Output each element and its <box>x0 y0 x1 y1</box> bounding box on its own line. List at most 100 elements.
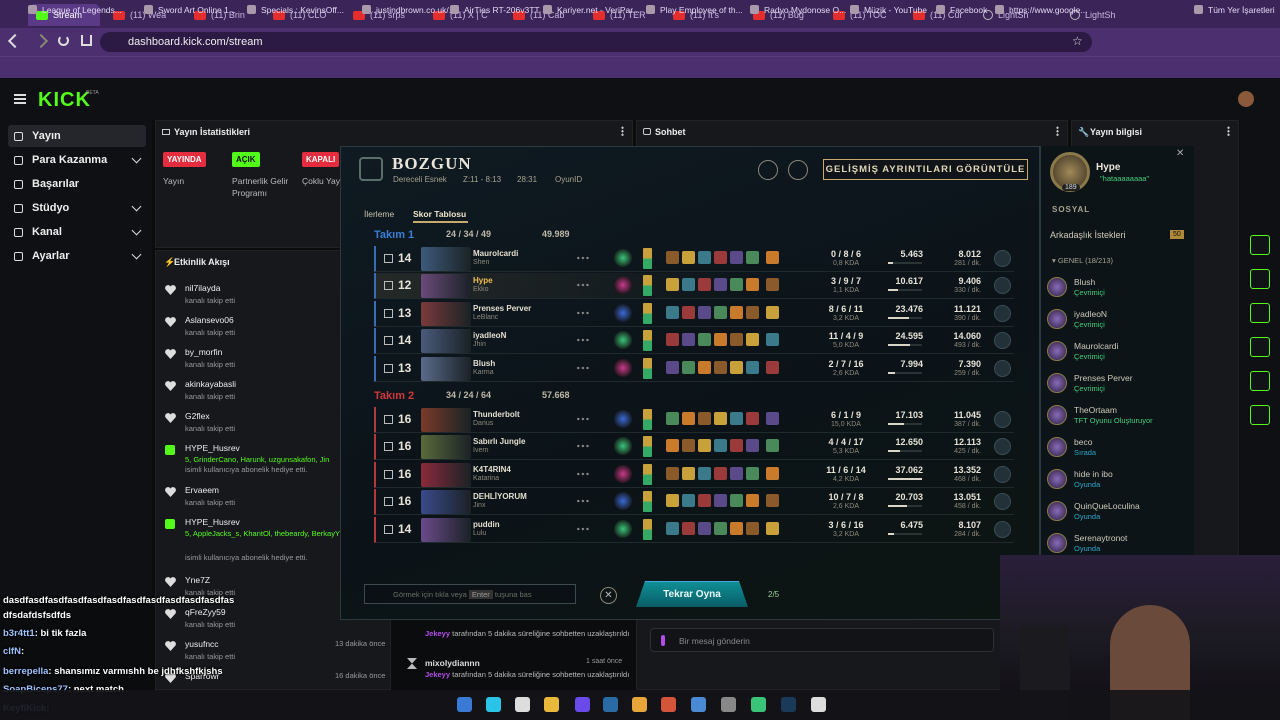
rail-button-6[interactable] <box>1250 405 1270 425</box>
rail-button-1[interactable] <box>1250 235 1270 255</box>
bookmark-item[interactable]: Müzik - YouTube <box>850 5 927 15</box>
bookmark-star-icon[interactable]: ☆ <box>1072 35 1083 47</box>
more-options-icon[interactable] <box>576 441 590 452</box>
list-item[interactable]: iyadleoN Çevrimiçi <box>1047 309 1187 333</box>
advanced-details-button[interactable]: GELİŞMİŞ AYRINTILARI GÖRÜNTÜLE <box>823 159 1028 180</box>
rail-button-4[interactable] <box>1250 337 1270 357</box>
taskbar-app-icon[interactable] <box>575 697 590 712</box>
taskbar-app-icon[interactable] <box>457 697 472 712</box>
bookmark-item[interactable]: League of Legends... <box>28 5 122 15</box>
more-options-icon[interactable] <box>576 523 590 534</box>
kick-logo[interactable]: KICK <box>38 89 91 112</box>
bookmark-item[interactable]: Sword Art Online 1... <box>144 5 236 15</box>
chevron-down-icon[interactable] <box>131 201 142 212</box>
more-options-icon[interactable] <box>576 335 590 346</box>
bookmark-item[interactable]: justindbrown.co.uk/... <box>362 5 456 15</box>
play-again-button[interactable]: Tekrar Oyna <box>636 581 748 607</box>
player-name[interactable]: K4T4RIN4 <box>473 465 511 474</box>
tab-progress[interactable]: İlerleme <box>364 209 394 219</box>
honor-badge-icon[interactable] <box>994 438 1011 456</box>
player-name[interactable]: puddin <box>473 520 500 529</box>
bookmark-item[interactable]: AirTies RT-206v3TT <box>450 5 540 15</box>
player-name[interactable]: DEHLİYORUM <box>473 492 527 501</box>
player-name[interactable]: Sabırlı Jungle <box>473 437 525 446</box>
more-options-icon[interactable] <box>576 253 590 263</box>
more-options-icon[interactable] <box>576 307 590 318</box>
sidebar-item-1[interactable]: Yayın <box>8 125 146 147</box>
taskbar-app-icon[interactable] <box>721 697 736 712</box>
table-row[interactable]: 16 Thunderbolt Darius 6 / 1 / 9 15,0 KDA 17.1… <box>374 407 1014 433</box>
chevron-down-icon[interactable] <box>131 225 142 236</box>
sidebar-item-2[interactable]: Para Kazanma <box>8 149 146 171</box>
sidebar-item-6[interactable]: Ayarlar <box>8 245 146 267</box>
bookmark-item[interactable]: Kariyer.net - VeriPar... <box>543 5 640 15</box>
taskbar-app-icon[interactable] <box>486 697 501 712</box>
rail-button-3[interactable] <box>1250 303 1270 323</box>
reload-icon[interactable] <box>58 35 69 46</box>
honor-badge-icon[interactable] <box>994 304 1011 322</box>
honor-badge-icon[interactable] <box>994 359 1011 377</box>
honor-badge-icon[interactable] <box>994 411 1011 428</box>
list-item[interactable]: hide in ibo Oyunda <box>1047 469 1187 493</box>
player-name[interactable]: iyadleoN <box>473 331 506 340</box>
list-item[interactable]: QuinQueLoculina Oyunda <box>1047 501 1187 525</box>
rail-button-2[interactable] <box>1250 269 1270 289</box>
taskbar-app-icon[interactable] <box>661 697 676 712</box>
honor-badge-icon[interactable] <box>994 277 1011 295</box>
home-icon[interactable] <box>81 35 92 46</box>
bookmark-item[interactable]: https://www.google... <box>995 5 1087 15</box>
table-row[interactable]: 14 iyadleoN Jhin 11 / 4 / 9 5,0 KDA 24.595 14.… <box>374 328 1014 355</box>
taskbar-app-icon[interactable] <box>603 697 618 712</box>
honor-badge-icon[interactable] <box>994 250 1011 267</box>
honor-badge-icon[interactable] <box>994 465 1011 483</box>
table-row[interactable]: 13 Prenses Perver LeBlanc 8 / 6 / 11 3,2 KDA… <box>374 300 1014 327</box>
friend-requests[interactable]: Arkadaşlık İstekleri <box>1050 230 1126 240</box>
table-row[interactable]: 14 puddin Lulu 3 / 6 / 16 3,2 KDA 6.475 8.107 2… <box>374 516 1014 543</box>
more-options-icon[interactable] <box>576 468 590 479</box>
rail-button-5[interactable] <box>1250 371 1270 391</box>
more-options-icon[interactable] <box>576 414 590 424</box>
info-menu-icon[interactable] <box>1227 126 1230 136</box>
download-icon[interactable] <box>788 160 808 180</box>
list-item[interactable]: Maurolcardi Çevrimiçi <box>1047 341 1187 365</box>
bookmark-item[interactable]: Radyo Mydonose O... <box>750 5 846 15</box>
taskbar-app-icon[interactable] <box>811 697 826 712</box>
honor-badge-icon[interactable] <box>994 332 1011 350</box>
more-options-icon[interactable] <box>576 280 590 291</box>
taskbar-app-icon[interactable] <box>691 697 706 712</box>
player-name[interactable]: Prenses Perver <box>473 304 531 313</box>
taskbar-app-icon[interactable] <box>632 697 647 712</box>
table-row[interactable]: 14 Maurolcardi Shen 0 / 8 / 6 0,8 KDA 5.463 8.… <box>374 246 1014 272</box>
sidebar-item-3[interactable]: Başarılar <box>8 173 146 195</box>
table-row[interactable]: 12 Hype Ekko 3 / 9 / 7 1,1 KDA 10.617 9.406 330… <box>374 273 1014 300</box>
list-item[interactable]: Serenaytronot Oyunda <box>1047 533 1187 557</box>
game-chat-input[interactable]: Görmek için tıkla veya Enter tuşuna bas <box>364 584 576 604</box>
chat-menu-icon[interactable] <box>1056 126 1059 136</box>
taskbar-app-icon[interactable] <box>544 697 559 712</box>
bookmark-item[interactable]: Play Employee of th... <box>646 5 743 15</box>
table-row[interactable]: 16 Sabırlı Jungle Ivern 4 / 4 / 17 5,3 KDA 12… <box>374 434 1014 461</box>
friend-group[interactable]: ▾ GENEL (18/213) <box>1052 256 1113 265</box>
list-item[interactable]: beco Sırada <box>1047 437 1187 461</box>
bookmark-item[interactable]: Specials : KevinsOff... <box>247 5 344 15</box>
game-id[interactable]: OyunID <box>555 175 582 184</box>
chevron-down-icon[interactable] <box>131 249 142 260</box>
bookmark-item[interactable]: Tüm Yer İşaretleri <box>1194 5 1275 15</box>
list-item[interactable]: TheOrtaam TFT Oyunu Oluşturuyor <box>1047 405 1187 429</box>
more-options-icon[interactable] <box>576 496 590 507</box>
honor-badge-icon[interactable] <box>994 520 1011 538</box>
more-options-icon[interactable] <box>576 362 590 373</box>
stats-menu-icon[interactable] <box>621 126 624 136</box>
chevron-down-icon[interactable] <box>131 153 142 164</box>
honor-icon[interactable] <box>758 160 778 180</box>
player-name[interactable]: Hype <box>473 276 493 285</box>
taskbar-app-icon[interactable] <box>781 697 796 712</box>
sidebar-item-4[interactable]: Stüdyo <box>8 197 146 219</box>
player-name[interactable]: Thunderbolt <box>473 410 520 419</box>
player-name[interactable]: Maurolcardi <box>473 249 518 258</box>
table-row[interactable]: 13 Blush Karma 2 / 7 / 16 2,6 KDA 7.994 7.390 2… <box>374 355 1014 382</box>
menu-icon[interactable] <box>14 94 26 104</box>
social-close-icon[interactable]: ✕ <box>1176 148 1184 159</box>
chat-message-input[interactable]: Bir mesaj gönderin <box>650 628 994 652</box>
taskbar-app-icon[interactable] <box>515 697 530 712</box>
